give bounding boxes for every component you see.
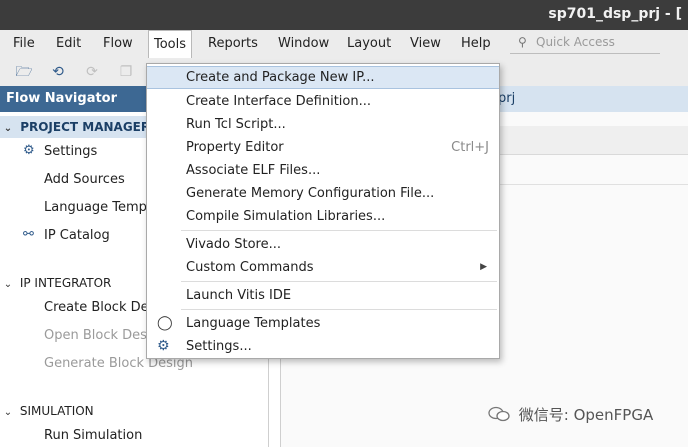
- flow-navigator-header: Flow Navigator: [0, 86, 146, 112]
- watermark-text: 微信号: OpenFPGA: [518, 406, 654, 424]
- quick-access: ⚲: [510, 33, 660, 54]
- window-title: sp701_dsp_prj - [: [548, 6, 682, 22]
- title-bar: sp701_dsp_prj - [: [0, 0, 688, 30]
- lightbulb-icon: ◯: [157, 315, 173, 331]
- section-label: PROJECT MANAGER: [20, 120, 151, 134]
- menu-item-associate-elf[interactable]: Associate ELF Files...: [147, 159, 499, 182]
- section-ip-integrator[interactable]: ⌄ IP INTEGRATOR: [0, 274, 112, 292]
- menu-separator: [181, 230, 497, 231]
- menu-item-launch-vitis[interactable]: Launch Vitis IDE: [147, 284, 499, 307]
- menu-tools[interactable]: Tools: [148, 30, 193, 58]
- watermark: 微信号: OpenFPGA: [488, 404, 653, 425]
- shortcut-label: Ctrl+J: [451, 140, 489, 155]
- tools-menu: Create and Package New IP... Create Inte…: [146, 63, 500, 359]
- section-simulation[interactable]: ⌄ SIMULATION: [0, 402, 94, 420]
- gear-icon: ⚙: [157, 338, 170, 354]
- search-icon: ⚲: [518, 35, 527, 49]
- nav-item-ip-catalog[interactable]: IP Catalog: [44, 228, 110, 243]
- copy-icon[interactable]: ❐: [116, 62, 136, 82]
- menu-item-create-package-ip[interactable]: Create and Package New IP...: [147, 66, 499, 89]
- chevron-down-icon: ⌄: [3, 407, 13, 418]
- menu-item-language-templates[interactable]: ◯ Language Templates: [147, 312, 499, 335]
- menu-item-vivado-store[interactable]: Vivado Store...: [147, 233, 499, 256]
- open-project-icon[interactable]: 🗁: [14, 62, 34, 82]
- chevron-down-icon: ⌄: [3, 123, 13, 134]
- menu-item-property-editor[interactable]: Property Editor Ctrl+J: [147, 136, 499, 159]
- menu-item-settings[interactable]: ⚙ Settings...: [147, 335, 499, 358]
- menu-window[interactable]: Window: [278, 36, 329, 51]
- menu-edit[interactable]: Edit: [56, 36, 81, 51]
- project-header-text: prj: [498, 91, 516, 106]
- quick-access-input[interactable]: [534, 34, 658, 50]
- redo-icon[interactable]: ⟳: [82, 62, 102, 82]
- menu-flow[interactable]: Flow: [103, 36, 133, 51]
- gear-icon: ⚙: [23, 143, 35, 158]
- menu-layout[interactable]: Layout: [347, 36, 391, 51]
- menu-view[interactable]: View: [410, 36, 441, 51]
- menu-item-create-interface[interactable]: Create Interface Definition...: [147, 90, 499, 113]
- menu-item-generate-memory-config[interactable]: Generate Memory Configuration File...: [147, 182, 499, 205]
- section-label: SIMULATION: [19, 404, 94, 418]
- menu-file[interactable]: File: [13, 36, 35, 51]
- menu-separator: [181, 309, 497, 310]
- nav-item-settings[interactable]: Settings: [44, 144, 97, 159]
- menu-item-compile-sim-libs[interactable]: Compile Simulation Libraries...: [147, 205, 499, 228]
- menu-item-custom-commands[interactable]: Custom Commands ▶: [147, 256, 499, 279]
- chevron-down-icon: ⌄: [3, 279, 13, 290]
- nav-item-run-simulation[interactable]: Run Simulation: [44, 428, 142, 443]
- nav-item-add-sources[interactable]: Add Sources: [44, 172, 125, 187]
- wechat-icon: [488, 406, 510, 422]
- undo-icon[interactable]: ⟲: [48, 62, 68, 82]
- menu-reports[interactable]: Reports: [208, 36, 258, 51]
- menu-item-run-tcl[interactable]: Run Tcl Script...: [147, 113, 499, 136]
- section-label: IP INTEGRATOR: [19, 276, 112, 290]
- menu-separator: [181, 281, 497, 282]
- chevron-right-icon: ▶: [480, 262, 487, 272]
- plug-icon: ⚯: [23, 227, 34, 242]
- menu-help[interactable]: Help: [461, 36, 491, 51]
